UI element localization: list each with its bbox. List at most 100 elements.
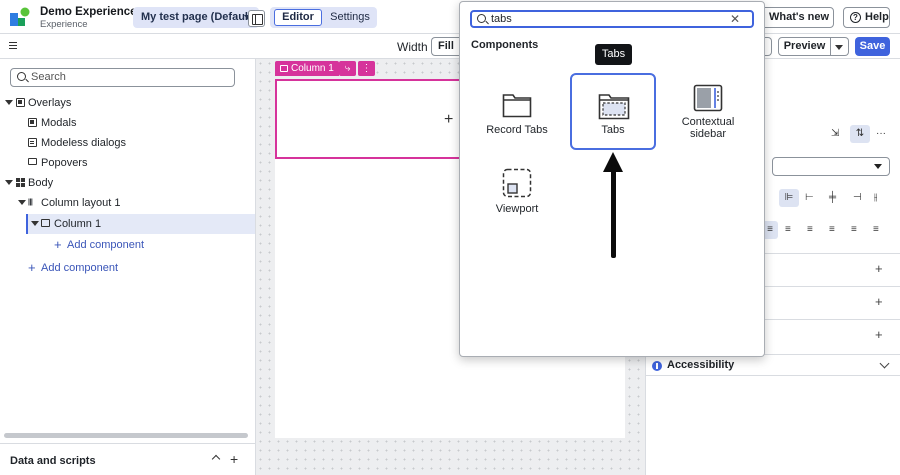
justify-right-icon[interactable]: ⊣ (853, 192, 862, 203)
accessibility-section[interactable]: Accessibility (645, 354, 900, 376)
config-dropdown[interactable] (772, 157, 890, 176)
align-middle-icon[interactable]: ≡ (785, 224, 791, 235)
body-layout-icon (16, 178, 25, 187)
tile-label: Viewport (495, 203, 539, 215)
help-label: Help (865, 11, 889, 23)
accessibility-label: Accessibility (667, 359, 735, 371)
column-link-icon[interactable]: ⤷ (339, 61, 356, 76)
add-component-label: Add component (41, 262, 119, 274)
column-tag[interactable]: Column 1 (275, 61, 339, 76)
justify-start-icon[interactable]: ⊫ (779, 189, 799, 207)
record-tabs-icon (502, 94, 532, 118)
expand-section-icon[interactable]: + (875, 294, 883, 309)
component-tile-viewport[interactable]: Viewport (475, 164, 559, 240)
preview-button[interactable]: Preview (778, 37, 831, 56)
menu-icon[interactable] (9, 42, 17, 49)
whats-new-label: What's new (769, 11, 830, 23)
popover-icon (28, 158, 37, 165)
tile-label: sidebar (689, 128, 727, 140)
caret-down-icon (5, 100, 13, 105)
search-icon (477, 14, 486, 23)
tile-label: Record Tabs (486, 124, 548, 136)
chevron-up-icon[interactable] (211, 454, 221, 464)
mode-toggle: Editor Settings (270, 7, 377, 28)
tree-item-column[interactable]: Column 1 (0, 214, 250, 234)
tree-item-label: Body (28, 177, 54, 189)
content-tree-panel: Search Overlays Modals Modeless dialogs … (0, 59, 256, 475)
modal-icon (28, 118, 37, 127)
horizontal-scrollbar[interactable] (4, 433, 248, 438)
column-icon (41, 219, 50, 227)
help-icon: ? (850, 12, 861, 23)
justify-between-icon[interactable]: ⫲ (874, 192, 877, 203)
top-bar: Demo Experience Experience My test page … (0, 0, 900, 34)
toolbar: Width Fill Preview Save (0, 34, 900, 59)
tree-item-overlays[interactable]: Overlays (0, 93, 250, 113)
add-component-label: Add component (67, 239, 145, 251)
align-icon[interactable]: ⇲ (831, 128, 839, 139)
add-data-icon[interactable]: + (230, 451, 238, 467)
page-selector-label: My test page (Default) (141, 11, 256, 23)
column-more-icon[interactable]: ⋮ (358, 61, 375, 76)
save-button[interactable]: Save (855, 37, 890, 56)
justify-left-icon[interactable]: ⊢ (805, 192, 814, 203)
components-heading: Components (471, 39, 539, 51)
tree-search-placeholder: Search (31, 71, 66, 83)
tree-item-label: Column 1 (54, 218, 102, 230)
column-layout-icon: ||| (28, 199, 33, 206)
tabs-tooltip: Tabs (595, 44, 632, 65)
app-subtitle: Experience (40, 19, 88, 30)
tab-editor[interactable]: Editor (274, 9, 322, 26)
tile-label: Tabs (601, 124, 625, 136)
tab-settings[interactable]: Settings (325, 9, 375, 26)
tree-item-modeless-dialogs[interactable]: Modeless dialogs (0, 133, 250, 153)
sort-icon[interactable]: ⇅ (850, 125, 870, 143)
expand-section-icon[interactable]: + (875, 261, 883, 276)
overlay-icon (16, 98, 25, 107)
justify-center-icon[interactable]: ╪ (829, 192, 836, 203)
preview-options-button[interactable] (831, 37, 849, 56)
component-tile-tabs[interactable]: Tabs (570, 73, 656, 150)
plus-icon: + (28, 260, 36, 275)
align-baseline-icon[interactable]: ≡ (851, 224, 857, 235)
selected-column-frame[interactable] (275, 79, 461, 159)
component-search-input[interactable]: tabs ✕ (470, 10, 754, 28)
contextual-sidebar-icon (693, 84, 723, 112)
app-logo-icon (10, 7, 30, 26)
tree-search-input[interactable]: Search (10, 68, 235, 87)
page-selector[interactable]: My test page (Default) (133, 7, 259, 28)
expand-section-icon[interactable]: + (875, 327, 883, 342)
tree-item-column-layout[interactable]: ||| Column layout 1 (0, 193, 250, 213)
width-label: Width (397, 40, 428, 54)
data-and-scripts-bar: Data and scripts + (0, 443, 256, 475)
search-icon (17, 72, 26, 81)
collapse-panel-icon[interactable] (248, 10, 265, 27)
clear-icon[interactable]: ✕ (730, 12, 740, 26)
component-tile-contextual-sidebar[interactable]: Contextual sidebar (666, 74, 750, 150)
add-component-outer[interactable]: + Add component (0, 258, 250, 278)
chevron-down-icon (879, 358, 890, 369)
viewport-icon (502, 168, 532, 198)
data-and-scripts-title: Data and scripts (10, 455, 96, 467)
align-fill-icon[interactable]: ≡ (873, 224, 879, 235)
column-icon (280, 65, 288, 72)
annotation-arrow-shaft (611, 165, 616, 258)
tree-item-label: Overlays (28, 97, 72, 109)
tree-item-popovers[interactable]: Popovers (0, 153, 250, 173)
tree-item-label: Popovers (41, 157, 88, 169)
column-tag-label: Column 1 (291, 63, 334, 74)
help-button[interactable]: ? Help (843, 7, 890, 28)
align-stretch-icon[interactable]: ≡ (829, 224, 835, 235)
component-search-value: tabs (491, 13, 512, 25)
more-icon[interactable]: ··· (876, 128, 886, 139)
tree-item-modals[interactable]: Modals (0, 113, 250, 133)
caret-down-icon (5, 180, 13, 185)
tree-item-label: Modals (41, 117, 77, 129)
modeless-dialog-icon (28, 138, 37, 147)
caret-down-icon (31, 221, 39, 226)
component-tile-record-tabs[interactable]: Record Tabs (475, 74, 559, 150)
tree-item-body[interactable]: Body (0, 173, 250, 193)
plus-icon: + (54, 237, 62, 252)
add-component-inner[interactable]: + Add component (0, 235, 250, 255)
align-bottom-icon[interactable]: ≡ (807, 224, 813, 235)
